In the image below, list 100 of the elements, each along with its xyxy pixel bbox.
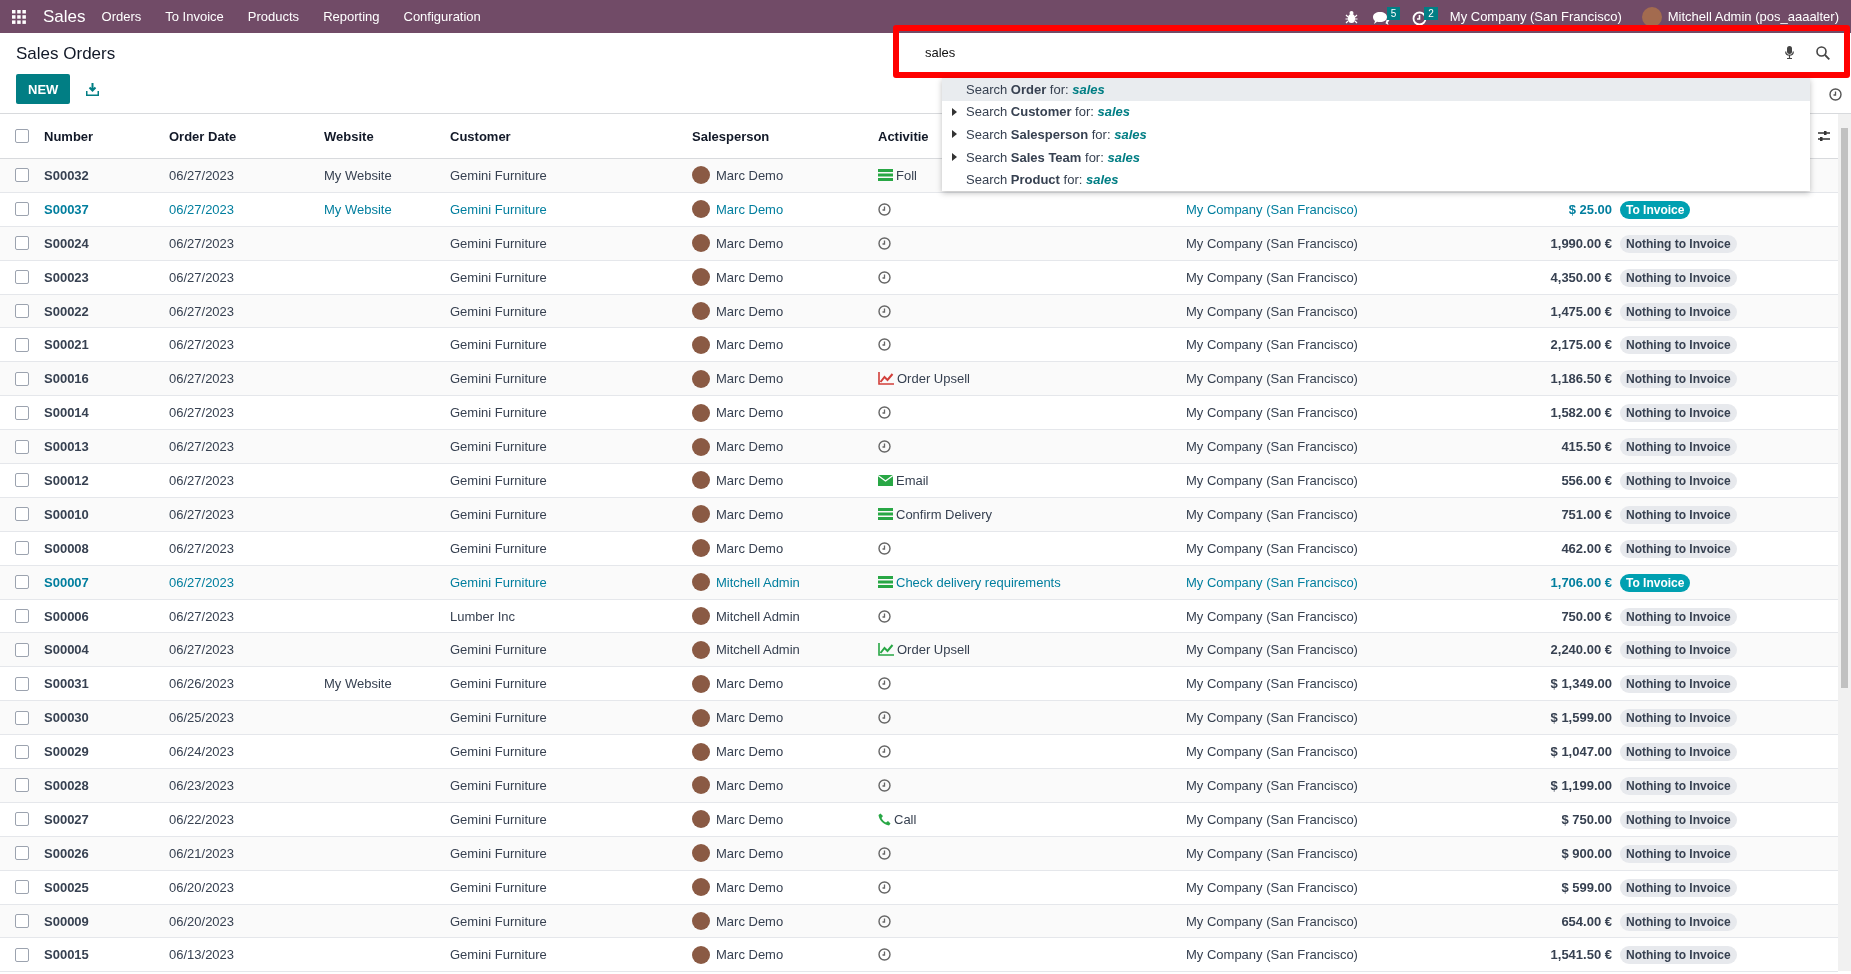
clock-icon[interactable] (878, 677, 891, 691)
activity-label[interactable]: Confirm Delivery (896, 506, 993, 522)
sliders-icon[interactable] (1818, 130, 1830, 142)
new-button[interactable]: NEW (16, 74, 71, 104)
column-header[interactable]: Number (44, 128, 169, 144)
row-checkbox[interactable] (15, 914, 29, 929)
invoice-status-badge: Nothing to Invoice (1620, 743, 1737, 762)
row-checkbox[interactable] (15, 405, 29, 420)
total-amount: 654.00 € (1560, 913, 1612, 929)
column-header[interactable]: Order Date (169, 128, 324, 144)
activity-label[interactable]: Order Upsell (897, 371, 970, 387)
row-checkbox[interactable] (15, 676, 29, 691)
clock-icon[interactable] (878, 338, 891, 352)
activity-count-badge: 2 (1424, 7, 1438, 20)
row-checkbox[interactable] (15, 812, 29, 827)
search-suggestion[interactable]: Search Customer for: sales (942, 100, 1810, 124)
activity-label[interactable]: Foll (896, 167, 917, 183)
row-checkbox[interactable] (15, 270, 29, 285)
line-chart-icon[interactable] (878, 372, 894, 386)
search-suggestion[interactable]: Search Salesperson for: sales (942, 123, 1810, 146)
bug-icon[interactable] (1344, 9, 1358, 24)
select-all-checkbox[interactable] (15, 129, 29, 143)
activity-label[interactable]: Check delivery requirements (896, 574, 1061, 590)
activity-label[interactable]: Order Upsell (897, 642, 970, 658)
clock-icon[interactable] (878, 778, 891, 792)
list-icon[interactable] (878, 508, 893, 521)
envelope-icon[interactable] (878, 474, 893, 486)
clock-icon[interactable] (878, 541, 891, 555)
microphone-icon[interactable] (1785, 46, 1794, 59)
row-checkbox[interactable] (15, 710, 29, 725)
row-checkbox[interactable] (15, 371, 29, 386)
clock-icon[interactable] (878, 440, 891, 454)
caret-icon[interactable] (952, 130, 957, 139)
app-name-link[interactable]: Sales (43, 6, 86, 27)
search-suggestion[interactable]: Search Product for: sales (942, 168, 1810, 191)
row-checkbox[interactable] (15, 337, 29, 352)
row-checkbox[interactable] (15, 507, 29, 522)
row-checkbox[interactable] (15, 473, 29, 488)
caret-icon[interactable] (952, 107, 957, 116)
row-checkbox[interactable] (15, 541, 29, 556)
clock-icon[interactable] (878, 609, 891, 623)
order-date: 06/23/2023 (169, 777, 236, 793)
menu-item[interactable]: Products (247, 9, 300, 24)
search-suggestion[interactable]: Search Sales Team for: sales (942, 145, 1810, 169)
row-checkbox[interactable] (15, 609, 29, 623)
download-icon[interactable] (86, 82, 100, 96)
column-header[interactable]: Salesperson (692, 128, 878, 144)
menu-item[interactable]: Orders (101, 9, 142, 24)
company-cell-text: My Company (San Francisco) (1186, 303, 1359, 319)
menu-item[interactable]: To Invoice (165, 9, 224, 24)
company-switcher[interactable]: My Company (San Francisco) (1449, 9, 1622, 24)
row-checkbox[interactable] (15, 846, 29, 861)
activity-label[interactable]: Call (894, 811, 917, 827)
row-checkbox[interactable] (15, 304, 29, 318)
row-checkbox[interactable] (15, 880, 29, 895)
row-checkbox[interactable] (15, 202, 29, 217)
row-checkbox[interactable] (15, 236, 29, 251)
column-header[interactable]: Customer (450, 128, 692, 144)
column-header[interactable]: Website (324, 128, 450, 144)
total-amount: $ 1,599.00 (1549, 710, 1612, 726)
order-number: S00029 (44, 744, 90, 760)
row-checkbox[interactable] (15, 642, 29, 657)
user-menu[interactable]: Mitchell Admin (pos_aaaalter) (1667, 9, 1839, 24)
clock-icon[interactable] (878, 880, 891, 894)
order-date: 06/26/2023 (169, 676, 236, 692)
user-avatar[interactable] (1641, 6, 1662, 27)
chat-icon[interactable] (1371, 11, 1390, 26)
apps-menu-icon[interactable] (12, 9, 26, 24)
clock-icon[interactable] (878, 406, 891, 420)
salesperson-name: Marc Demo (716, 777, 784, 793)
clock-icon[interactable] (878, 745, 891, 759)
caret-icon[interactable] (952, 152, 957, 161)
row-checkbox[interactable] (15, 947, 29, 962)
phone-icon[interactable] (878, 812, 891, 826)
search-suggestion[interactable]: Search Order for: sales (942, 78, 1810, 101)
customer-cell-text: Gemini Furniture (450, 642, 548, 658)
row-checkbox[interactable] (15, 744, 29, 759)
menu-item[interactable]: Configuration (403, 9, 481, 24)
clock-icon[interactable] (878, 202, 891, 216)
clock-icon[interactable] (878, 914, 891, 928)
row-checkbox[interactable] (15, 168, 29, 183)
clock-icon[interactable] (878, 846, 891, 860)
row-checkbox[interactable] (15, 439, 29, 454)
list-icon[interactable] (878, 169, 893, 182)
clock-icon[interactable] (878, 304, 891, 318)
customer-cell-text: Lumber Inc (450, 608, 517, 624)
list-icon[interactable] (878, 576, 893, 589)
clock-icon[interactable] (878, 948, 891, 962)
activity-label[interactable]: Email (896, 472, 929, 488)
row-checkbox[interactable] (15, 575, 29, 590)
clock-icon[interactable] (878, 236, 891, 250)
search-icon[interactable] (1816, 45, 1830, 60)
row-checkbox[interactable] (15, 778, 29, 793)
clock-icon[interactable] (1829, 88, 1842, 101)
line-chart-icon[interactable] (878, 643, 894, 657)
menu-item[interactable]: Reporting (323, 9, 380, 24)
clock-icon[interactable] (878, 711, 891, 725)
scrollbar[interactable] (1838, 114, 1851, 971)
order-date: 06/27/2023 (169, 405, 236, 421)
clock-icon[interactable] (878, 270, 891, 284)
